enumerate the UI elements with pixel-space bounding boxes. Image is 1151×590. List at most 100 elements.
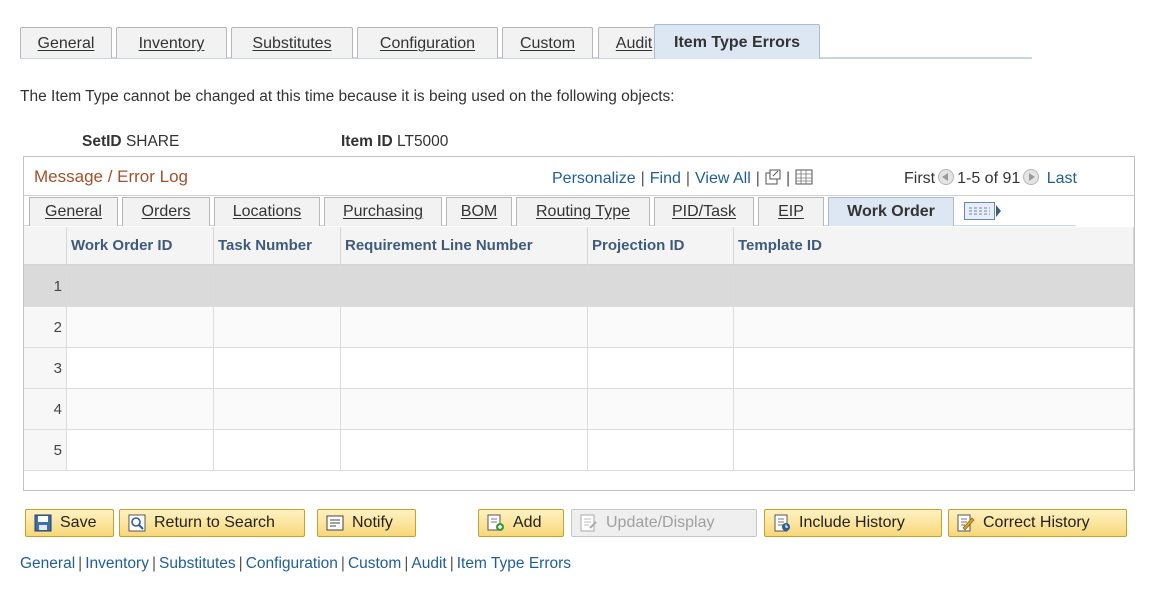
grid-tab-bom[interactable]: BOM [446,197,512,226]
separator: | [340,555,345,572]
tab-substitutes[interactable]: Substitutes [231,27,353,58]
row-number: 1 [24,265,67,307]
row-number: 2 [24,306,67,348]
tab-configuration[interactable]: Configuration [357,27,498,58]
grid-tab-general[interactable]: General [29,197,118,226]
footer-link-item-type-errors[interactable]: Item Type Errors [457,555,571,572]
notify-button[interactable]: Notify [317,509,416,537]
include-history-button[interactable]: Include History [764,509,942,537]
separator: | [238,555,243,572]
download-spreadsheet-icon[interactable] [795,169,813,190]
add-label: Add [513,514,542,531]
table-cell [213,265,341,307]
column-header[interactable]: Requirement Line Number [340,227,588,266]
column-header[interactable]: Projection ID [587,227,734,266]
row-number: 5 [24,429,67,471]
next-icon[interactable] [1023,169,1040,185]
find-link[interactable]: Find [650,170,681,187]
grid-tab-locations[interactable]: Locations [214,197,320,226]
first-label[interactable]: First [904,170,935,187]
add-icon [487,514,505,532]
itemid-value: LT5000 [397,133,449,150]
grid-header: Message / Error Log Personalize | Find | Vie… [24,157,1134,196]
table-cell [733,347,1134,389]
footer-link-general[interactable]: General [20,555,75,572]
notify-icon [326,514,344,532]
footer-link-audit[interactable]: Audit [411,555,446,572]
add-button[interactable]: Add [478,509,564,537]
footer-link-substitutes[interactable]: Substitutes [159,555,236,572]
column-header[interactable]: Task Number [213,227,341,266]
correct-history-label: Correct History [983,514,1090,531]
table-cell [213,306,341,348]
grid-tab-routing-type[interactable]: Routing Type [516,197,650,226]
separator: | [755,170,760,187]
setid-field: SetID SHARE [82,133,179,151]
table-cell [340,388,588,430]
save-button[interactable]: Save [25,509,114,537]
footer-link-custom[interactable]: Custom [348,555,401,572]
table-row[interactable]: 3 [24,347,1134,389]
table-row[interactable]: 1 [24,265,1134,307]
show-all-columns-icon[interactable] [964,202,1002,220]
separator: | [449,555,454,572]
tab-custom[interactable]: Custom [502,27,593,58]
personalize-link[interactable]: Personalize [552,170,636,187]
tab-item-type-errors[interactable]: Item Type Errors [654,24,820,59]
tab-inventory[interactable]: Inventory [116,27,227,58]
update-display-label: Update/Display [606,514,715,531]
correct-history-button[interactable]: Correct History [948,509,1127,537]
grid-tab-purchasing[interactable]: Purchasing [324,197,442,226]
separator: | [78,555,83,572]
return-to-search-button[interactable]: Return to Search [119,509,305,537]
new-window-icon[interactable] [765,169,781,190]
table-row[interactable]: 4 [24,388,1134,430]
table-cell [66,265,214,307]
separator: | [151,555,156,572]
footer-link-configuration[interactable]: Configuration [246,555,338,572]
work-order-table: Work Order ID Task Number Requirement Li… [24,227,1134,471]
table-row[interactable]: 5 [24,429,1134,471]
previous-icon[interactable] [938,169,955,185]
table-cell [340,347,588,389]
table-cell [66,429,214,471]
last-link[interactable]: Last [1047,170,1077,187]
include-history-icon [773,514,791,532]
return-search-icon [128,514,146,532]
table-row[interactable]: 2 [24,306,1134,348]
row-number: 4 [24,388,67,430]
grid-tabs: General Orders Locations Purchasing BOM … [24,196,1076,226]
setid-label: SetID [82,133,122,150]
column-header[interactable]: Work Order ID [66,227,214,266]
footer-tab-links: General | Inventory | Substitutes | Configurat… [20,555,571,573]
return-to-search-label: Return to Search [154,514,275,531]
view-all-link[interactable]: View All [695,170,751,187]
notify-label: Notify [352,514,393,531]
footer-link-inventory[interactable]: Inventory [85,555,149,572]
itemid-field: Item ID LT5000 [341,133,448,151]
separator: | [640,170,645,187]
itemid-label: Item ID [341,133,393,150]
table-cell [340,265,588,307]
grid-tab-eip[interactable]: EIP [758,197,824,226]
table-header-row: Work Order ID Task Number Requirement Li… [24,227,1134,266]
grid-tab-orders[interactable]: Orders [122,197,210,226]
separator: | [404,555,409,572]
table-cell [587,306,734,348]
setid-value: SHARE [125,133,180,150]
table-cell [587,388,734,430]
include-history-label: Include History [799,514,905,531]
grid-tab-work-order[interactable]: Work Order [828,197,954,226]
grid-tab-pid-task[interactable]: PID/Task [654,197,754,226]
tab-general[interactable]: General [20,27,112,58]
table-cell [733,429,1134,471]
table-cell [66,306,214,348]
intro-message: The Item Type cannot be changed at this … [20,88,675,105]
column-header[interactable]: Template ID [733,227,1134,266]
table-cell [213,347,341,389]
correct-history-icon [957,514,975,532]
table-cell [340,306,588,348]
grid-title: Message / Error Log [34,167,189,186]
table-cell [733,388,1134,430]
update-display-button[interactable]: Update/Display [571,509,757,537]
